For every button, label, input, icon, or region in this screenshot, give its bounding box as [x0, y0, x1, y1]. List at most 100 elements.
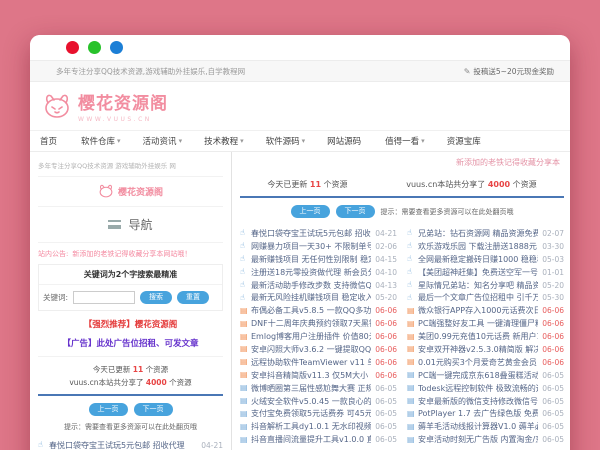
resource-date: 06-06 — [375, 332, 397, 341]
resource-date: 06-06 — [375, 358, 397, 367]
nav-item[interactable]: 活动资讯 ▾ — [143, 135, 183, 147]
list-item[interactable]: ▤ 支付宝免费领取5元话费券 可45元充值三网50 06-05 — [240, 407, 397, 420]
pagination-tip: 提示：需要查看更多资源可以在此处翻页哦 — [64, 422, 197, 432]
recommend-link[interactable]: 【强烈推荐】樱花资源阁 — [38, 311, 223, 333]
nav-item-label: 值得一看 — [385, 135, 419, 147]
list-item[interactable]: ▤ 微博晒圈第三届性感尬舞大赛 正规美图哪家强 06-05 — [240, 382, 397, 395]
resource-date: 06-05 — [542, 384, 564, 393]
window-titlebar — [30, 35, 570, 60]
doc-icon: ▤ — [240, 307, 251, 315]
list-item[interactable]: ▤ PC端一键完成京东618叠蛋糕活动任务工具 06-05 — [407, 369, 564, 382]
resource-date: 06-05 — [542, 422, 564, 431]
list-item[interactable]: ☝ 最新无风险挂机赚钱项目 稳定收入200-500元 05-20 — [240, 291, 397, 304]
list-item[interactable]: ▤ 抖音直播间流量提升工具v1.0.0 直播间自动发 06-05 — [240, 433, 397, 446]
ad-slot-link[interactable]: 【广告】此处广告位招租、可发文章 — [38, 333, 223, 357]
prev-page-button[interactable]: 上一页 — [291, 205, 330, 218]
list-item[interactable]: ☝ 注册送18元零投资做代理 新会员分红拿1000 04-10 — [240, 266, 397, 279]
resource-title: PotPlayer 1.7 去广告绿色版 免费全能影音播 — [418, 408, 538, 419]
resource-date: 05-03 — [542, 255, 564, 264]
next-page-button[interactable]: 下一页 — [336, 205, 375, 218]
list-item[interactable]: ☝ 网赚暴力项目一天30+ 不限制单号机遇上车 02-06 — [240, 240, 397, 253]
window-close-button[interactable] — [66, 41, 79, 54]
list-item[interactable]: ▤ DNF十二周年庆典预约领取7天黑钻 国庆用户 06-06 — [240, 317, 397, 330]
list-item[interactable]: ▤ 布偶必备工具v5.8.5 一款QQ多功能工具软件 06-06 — [240, 304, 397, 317]
nav-item[interactable]: 首页 — [40, 135, 59, 147]
resource-title: 安卓最新版的微信支持修改微信号了! iOS版 — [418, 396, 538, 407]
nav-item[interactable]: 软件仓库 ▾ — [81, 135, 121, 147]
next-page-button[interactable]: 下一页 — [134, 403, 173, 416]
resource-date: 06-06 — [375, 345, 397, 354]
list-item[interactable]: ▤ PC端强整好友工具 一键清理僵尸粉整理专家 效 06-06 — [407, 317, 564, 330]
list-item[interactable]: ▤ 火绒安全软件v5.0.45 一款良心的国产安全软件 06-05 — [240, 395, 397, 408]
search-submit-button[interactable]: 搜索 — [140, 291, 172, 304]
doc-icon: ▤ — [407, 320, 418, 328]
chevron-down-icon: ▾ — [240, 137, 244, 145]
doc-icon: ▤ — [407, 358, 418, 366]
site-header: 樱花资源阁 WWW.VUUS.CN — [30, 82, 570, 130]
chevron-down-icon: ▾ — [302, 137, 306, 145]
doc-icon: ▤ — [240, 345, 251, 353]
resource-date: 06-05 — [542, 435, 564, 444]
sidebar-pagination: 上一页 下一页 提示：需要查看更多资源可以在此处翻页哦 — [38, 396, 223, 439]
list-item[interactable]: ▤ 远程协助软件TeamViewer v11 单文件版 方便 06-06 — [240, 356, 397, 369]
list-item[interactable]: ▤ 薅羊毛活动线报计算器V1.0 薅羊必备的一款软 06-05 — [407, 420, 564, 433]
resource-date: 04-15 — [375, 255, 397, 264]
list-item[interactable]: ▤ 美团0.99元充值10元话费 新用户10元话费秒到 06-06 — [407, 330, 564, 343]
rabbit-mascot-icon — [98, 184, 114, 198]
list-item[interactable]: ▤ 安卓最新版的微信支持修改微信号了! iOS版 06-05 — [407, 395, 564, 408]
list-item[interactable]: ☝ 全网最新稳定搬砖日赚1000 稳稳稳 05-03 — [407, 253, 564, 266]
today-updated-stat: 今天已更新 11 个资源 — [93, 364, 168, 375]
list-item[interactable]: ☝ 【美团超神赶集】免费送空军一号至成1970 01-01 — [407, 266, 564, 279]
list-item[interactable]: ☝ 欢乐游戏乐园 下载注册送1888元 官方合作 03-30 — [407, 240, 564, 253]
list-item[interactable]: ☝ 最后一个文章广告位招租中 引千万流 聚八方 05-30 — [407, 291, 564, 304]
doc-icon: ▤ — [240, 320, 251, 328]
resource-date: 06-06 — [375, 319, 397, 328]
sidebar: 多年专注分享QQ技术资源 游戏辅助外挂娱乐 网 樱花资源阁 导航 — [30, 152, 232, 450]
search-reset-button[interactable]: 重置 — [177, 291, 209, 304]
list-item[interactable]: ☝ 最新赚钱项目 无任何性别限制 稳定日赚300 04-15 — [240, 253, 397, 266]
thumb-up-icon: ☝ — [38, 441, 49, 449]
resource-date: 06-05 — [375, 409, 397, 418]
nav-item-label: 网站源码 — [327, 135, 361, 147]
nav-item[interactable]: 值得一看 ▾ — [385, 135, 425, 147]
resource-date: 04-21 — [201, 441, 223, 450]
site-logo-title[interactable]: 樱花资源阁 — [78, 89, 168, 114]
search-tip: 关键词为2个字搜索最精准 — [39, 265, 222, 285]
nav-item[interactable]: 资源宝库 — [447, 135, 483, 147]
resource-title: PC端强整好友工具 一键清理僵尸粉整理专家 效 — [418, 318, 538, 329]
list-item[interactable]: ▤ 微众银行APP存入1000元话费次日可以领福利 06-06 — [407, 304, 564, 317]
site-notice: 站内公告: 新添加的老铁记得收藏分享本网站哦！ — [38, 243, 223, 264]
nav-item[interactable]: 软件源码 ▾ — [266, 135, 306, 147]
submit-reward-link[interactable]: ✎ 投稿送5~20元现金奖励 — [464, 66, 554, 77]
resource-list-left: ☝ 春悦口袋夺宝王试玩5元包邮 招收代理 04-21 ☝ 网赚暴力项目一天30+… — [240, 227, 397, 446]
doc-icon: ▤ — [240, 423, 251, 431]
list-item[interactable]: ▤ 抖音解析工具dy1.0.1 无水印视频一键解析软件 06-05 — [240, 420, 397, 433]
list-item[interactable]: ☝ 星际情兄弟站：知名分享吧 精品资源分享基地 05-20 — [407, 279, 564, 292]
list-item[interactable]: ▤ 安卓双开神器v2.5.3.0精简版 解决多账号切换 06-06 — [407, 343, 564, 356]
browser-window: 多年专注分享QQ技术资源,游戏辅助外挂娱乐,自学教程网 ✎ 投稿送5~20元现金… — [30, 35, 570, 450]
list-item[interactable]: ▤ 安卓活动时刻无广告版 内置淘金/京东/苏宁/拍 06-05 — [407, 433, 564, 446]
list-item[interactable]: ▤ Todesk远程控制软件 极致流畅的远程协助工具 06-05 — [407, 382, 564, 395]
prev-page-button[interactable]: 上一页 — [89, 403, 128, 416]
list-item[interactable]: ▤ PotPlayer 1.7 去广告绿色版 免费全能影音播 06-05 — [407, 407, 564, 420]
list-item[interactable]: ▤ 安卓抖音精简版v11.3 仅5M大小 支持账号登录 06-06 — [240, 369, 397, 382]
window-minimize-button[interactable] — [88, 41, 101, 54]
thumb-up-icon: ☝ — [407, 255, 418, 263]
search-input[interactable] — [73, 291, 135, 304]
doc-icon: ▤ — [240, 384, 251, 392]
list-item[interactable]: ▤ Emlog博客用户注册插件 价值80元免费分享 06-06 — [240, 330, 397, 343]
list-item[interactable]: ▤ 安卓闪照大师v3.6.2 一键提取QQ好友发的闪照 06-06 — [240, 343, 397, 356]
list-item[interactable]: ☝ 兄弟站：钻石资源网 精品资源免费分享基地 02-07 — [407, 227, 564, 240]
search-panel: 关键词为2个字搜索最精准 关键词: 搜索 重置 — [38, 264, 223, 311]
nav-item[interactable]: 技术教程 ▾ — [204, 135, 244, 147]
mobile-nav-toggle[interactable]: 导航 — [38, 207, 223, 243]
window-maximize-button[interactable] — [110, 41, 123, 54]
resource-date: 06-06 — [542, 319, 564, 328]
doc-icon: ▤ — [407, 423, 418, 431]
nav-item[interactable]: 网站源码 — [327, 135, 363, 147]
list-item[interactable]: ▤ 0.01元购买3个月爱奇艺黄金会员 仅限京东plus 06-06 — [407, 356, 564, 369]
list-item[interactable]: ☝ 春悦口袋夺宝王试玩5元包邮 招收代理 04-21 — [38, 439, 223, 450]
sidebar-logo[interactable]: 樱花资源阁 — [38, 177, 223, 207]
list-item[interactable]: ☝ 春悦口袋夺宝王试玩5元包邮 招收代理 04-21 — [240, 227, 397, 240]
list-item[interactable]: ☝ 最新活动助手修改步数 支持微信QQ+ZFB步 04-13 — [240, 279, 397, 292]
